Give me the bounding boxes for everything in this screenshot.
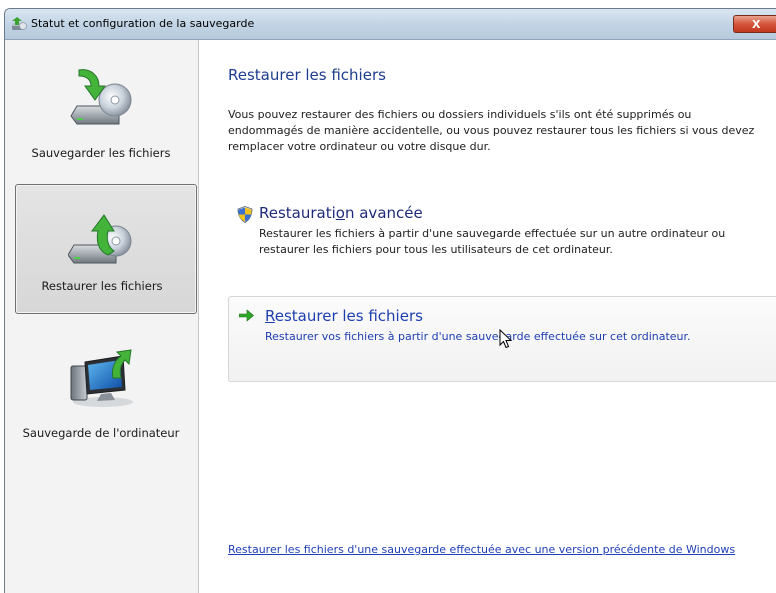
computer-backup-icon bbox=[70, 349, 133, 407]
close-button[interactable]: X bbox=[733, 15, 776, 33]
restore-files-icon bbox=[68, 214, 132, 264]
green-arrow-icon bbox=[239, 309, 254, 322]
advanced-restore-option[interactable]: Restauration avancée Restaurer les fichi… bbox=[229, 204, 775, 274]
accelerator-key: o bbox=[335, 204, 345, 222]
restore-files-title-part: estaurer les fichiers bbox=[274, 307, 423, 325]
title-bar[interactable]: Statut et configuration de la sauvegarde… bbox=[5, 9, 776, 40]
sidebar: Sauvegarder les fichiers Restaurer les f… bbox=[5, 40, 199, 593]
sidebar-item-label: Sauvegarder les fichiers bbox=[31, 146, 171, 160]
advanced-restore-title[interactable]: Restauration avancée bbox=[259, 204, 423, 222]
page-title: Restaurer les fichiers bbox=[228, 66, 386, 84]
backup-window: Statut et configuration de la sauvegarde… bbox=[4, 8, 776, 593]
sidebar-item-label: Restaurer les fichiers bbox=[41, 279, 163, 293]
sidebar-item-backup-files[interactable]: Sauvegarder les fichiers bbox=[15, 46, 197, 170]
advanced-restore-description: Restaurer les fichiers à partir d'une sa… bbox=[259, 227, 726, 256]
advanced-restore-title-part: Restaurati bbox=[259, 204, 336, 222]
accelerator-key: R bbox=[265, 307, 275, 325]
main-content: Restaurer les fichiers Vous pouvez resta… bbox=[199, 40, 776, 593]
restore-files-option-title[interactable]: Restaurer les fichiers bbox=[265, 307, 423, 325]
page-description: Vous pouvez restaurer des fichiers ou do… bbox=[228, 108, 755, 153]
sidebar-item-restore-files[interactable]: Restaurer les fichiers bbox=[15, 184, 197, 314]
sidebar-item-computer-backup[interactable]: Sauvegarde de l'ordinateur bbox=[15, 330, 197, 460]
window-title: Statut et configuration de la sauvegarde bbox=[31, 17, 255, 30]
sidebar-item-label: Sauvegarde de l'ordinateur bbox=[22, 426, 180, 440]
advanced-restore-title-part: n avancée bbox=[344, 204, 423, 222]
backup-files-icon bbox=[70, 69, 132, 125]
uac-shield-icon bbox=[237, 206, 253, 223]
backup-app-icon bbox=[12, 17, 27, 30]
previous-version-restore-link[interactable]: Restaurer les fichiers d'une sauvegarde … bbox=[228, 543, 735, 556]
restore-files-option-description: Restaurer vos fichiers à partir d'une sa… bbox=[265, 330, 691, 343]
mouse-cursor-icon bbox=[499, 329, 512, 349]
